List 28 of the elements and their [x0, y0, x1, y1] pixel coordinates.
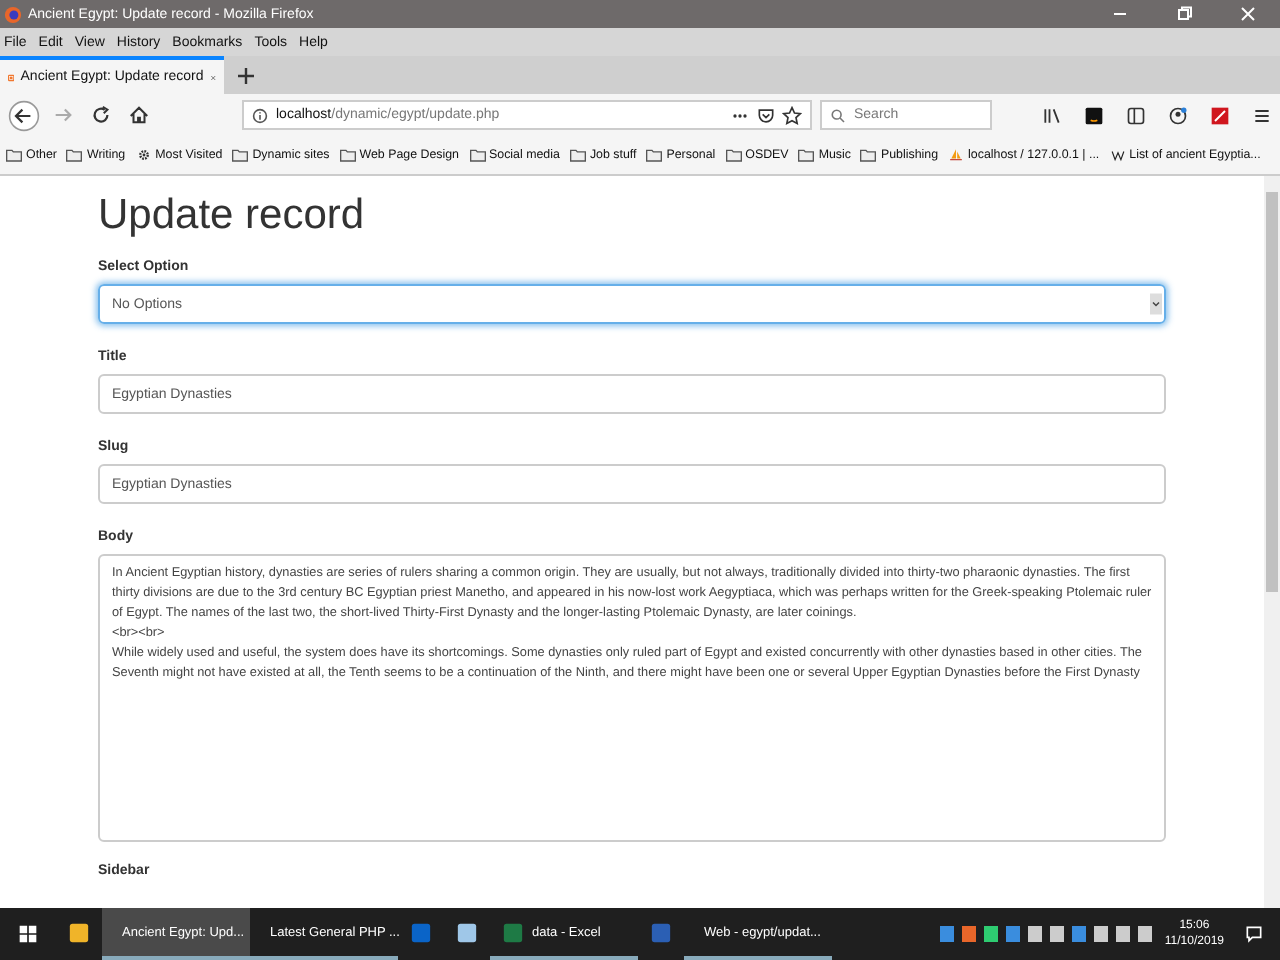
extension-icon[interactable]: [1210, 105, 1230, 125]
amazon-icon[interactable]: [1084, 105, 1104, 125]
pocket-icon[interactable]: [756, 105, 776, 125]
gear-icon: [135, 148, 152, 162]
restore-icon[interactable]: [1174, 4, 1194, 24]
account-icon[interactable]: [1168, 105, 1188, 125]
system-tray-icons[interactable]: [940, 926, 1153, 942]
info-icon: [252, 107, 268, 123]
windows-icon[interactable]: [18, 924, 38, 944]
reload-icon[interactable]: [90, 104, 112, 126]
w-icon: [1109, 148, 1126, 162]
caret-icon: [1150, 290, 1162, 318]
search-icon: [830, 107, 846, 123]
sailboat-icon: [948, 148, 965, 162]
menu-icon[interactable]: [1252, 105, 1272, 125]
home-icon[interactable]: [128, 104, 150, 126]
new-tab-icon[interactable]: [236, 65, 256, 85]
page-heading: Update record: [98, 192, 367, 240]
star-icon[interactable]: [782, 105, 802, 125]
back-icon[interactable]: [8, 99, 40, 131]
firefox-icon: [4, 5, 22, 23]
scrollbar[interactable]: [1264, 176, 1280, 908]
notifications-icon[interactable]: [1244, 924, 1264, 944]
favicon-icon: [8, 69, 15, 85]
close-icon[interactable]: [1238, 4, 1258, 24]
scrollbar-thumb[interactable]: [1266, 192, 1278, 592]
library-icon[interactable]: [1042, 105, 1062, 125]
sidebar-icon[interactable]: [1126, 105, 1146, 125]
